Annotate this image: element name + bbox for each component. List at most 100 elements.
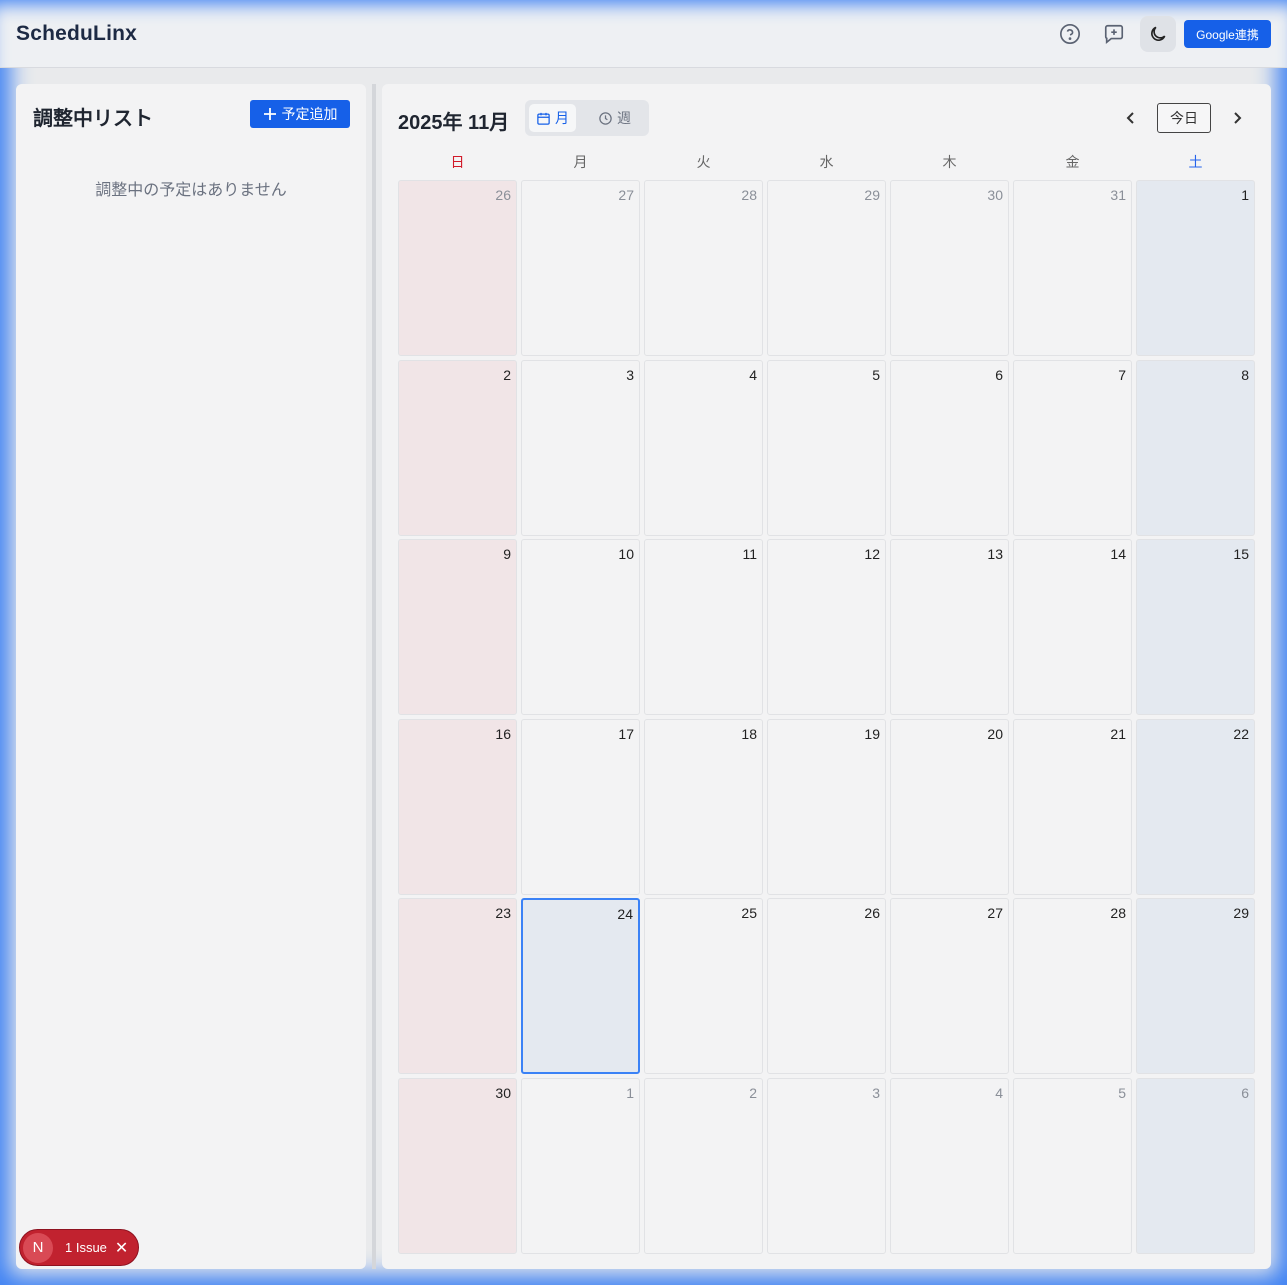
calendar-day[interactable]: 15 bbox=[1136, 539, 1255, 715]
chevron-left-icon bbox=[1126, 112, 1134, 124]
calendar-day-outside-month[interactable]: 5 bbox=[1013, 1078, 1132, 1254]
feedback-icon[interactable] bbox=[1096, 16, 1132, 52]
help-icon[interactable] bbox=[1052, 16, 1088, 52]
day-number: 8 bbox=[1241, 367, 1249, 383]
calendar-day[interactable]: 4 bbox=[644, 360, 763, 536]
calendar-day-outside-month[interactable]: 4 bbox=[890, 1078, 1009, 1254]
calendar-day[interactable]: 18 bbox=[644, 719, 763, 895]
issue-avatar: N bbox=[23, 1232, 53, 1263]
view-toggle: 月 週 bbox=[525, 100, 649, 136]
calendar-day-outside-month[interactable]: 3 bbox=[767, 1078, 886, 1254]
calendar-day-outside-month[interactable]: 6 bbox=[1136, 1078, 1255, 1254]
plus-icon bbox=[263, 108, 276, 120]
day-number: 2 bbox=[503, 367, 511, 383]
calendar-day[interactable]: 8 bbox=[1136, 360, 1255, 536]
calendar-day[interactable]: 19 bbox=[767, 719, 886, 895]
calendar-day-outside-month[interactable]: 29 bbox=[767, 180, 886, 356]
clock-icon bbox=[599, 111, 612, 125]
day-number: 24 bbox=[617, 906, 633, 922]
pending-title: 調整中リスト bbox=[33, 108, 153, 130]
calendar-day-outside-month[interactable]: 26 bbox=[398, 180, 517, 356]
day-number: 31 bbox=[1110, 187, 1126, 203]
weekday-tue: 火 bbox=[696, 154, 711, 170]
calendar-day[interactable]: 29 bbox=[1136, 898, 1255, 1074]
calendar-day-outside-month[interactable]: 27 bbox=[521, 180, 640, 356]
day-number: 22 bbox=[1233, 726, 1249, 742]
calendar-panel: 2025年 11月 月 週 今日 日 月 火 水 木 金 土 26 27 28 … bbox=[382, 84, 1271, 1269]
day-number: 2 bbox=[749, 1085, 757, 1101]
day-number: 27 bbox=[987, 905, 1003, 921]
calendar-day[interactable]: 14 bbox=[1013, 539, 1132, 715]
day-number: 5 bbox=[872, 367, 880, 383]
day-number: 17 bbox=[618, 726, 634, 742]
day-number: 30 bbox=[495, 1085, 511, 1101]
calendar-day[interactable]: 1 bbox=[1136, 180, 1255, 356]
calendar-day[interactable]: 20 bbox=[890, 719, 1009, 895]
google-connect-button[interactable]: Google連携 bbox=[1184, 20, 1271, 48]
tab-week[interactable]: 週 bbox=[591, 104, 638, 132]
calendar-day[interactable]: 30 bbox=[398, 1078, 517, 1254]
calendar-day[interactable]: 6 bbox=[890, 360, 1009, 536]
day-number: 7 bbox=[1118, 367, 1126, 383]
prev-month-button[interactable] bbox=[1117, 104, 1145, 132]
weekday-thu: 木 bbox=[942, 154, 957, 170]
calendar-day[interactable]: 7 bbox=[1013, 360, 1132, 536]
calendar-day[interactable]: 2 bbox=[398, 360, 517, 536]
calendar-day[interactable]: 3 bbox=[521, 360, 640, 536]
calendar-day-outside-month[interactable]: 30 bbox=[890, 180, 1009, 356]
app-logo[interactable]: ScheduLinx bbox=[16, 22, 137, 46]
day-number: 4 bbox=[995, 1085, 1003, 1101]
today-button[interactable]: 今日 bbox=[1157, 103, 1211, 133]
calendar-day[interactable]: 16 bbox=[398, 719, 517, 895]
add-event-button[interactable]: 予定追加 bbox=[250, 100, 350, 128]
weekday-sun: 日 bbox=[450, 154, 465, 170]
close-icon[interactable]: ✕ bbox=[115, 1238, 128, 1258]
tab-week-label: 週 bbox=[617, 110, 631, 126]
calendar-day[interactable]: 22 bbox=[1136, 719, 1255, 895]
day-number: 26 bbox=[495, 187, 511, 203]
calendar-title: 2025年 11月 bbox=[398, 112, 510, 134]
day-number: 13 bbox=[987, 546, 1003, 562]
day-number: 14 bbox=[1110, 546, 1126, 562]
issue-label: 1 Issue bbox=[65, 1240, 107, 1255]
weekday-fri: 金 bbox=[1065, 154, 1080, 170]
calendar-day[interactable]: 11 bbox=[644, 539, 763, 715]
weekday-sat: 土 bbox=[1188, 154, 1203, 170]
day-number: 9 bbox=[503, 546, 511, 562]
calendar-day[interactable]: 13 bbox=[890, 539, 1009, 715]
calendar-day[interactable]: 23 bbox=[398, 898, 517, 1074]
calendar-day[interactable]: 27 bbox=[890, 898, 1009, 1074]
calendar-day[interactable]: 12 bbox=[767, 539, 886, 715]
day-number: 1 bbox=[1241, 187, 1249, 203]
dark-mode-icon[interactable] bbox=[1140, 16, 1176, 52]
calendar-day-today[interactable]: 24 bbox=[521, 898, 640, 1074]
calendar-day[interactable]: 9 bbox=[398, 539, 517, 715]
calendar-day[interactable]: 17 bbox=[521, 719, 640, 895]
calendar-day[interactable]: 28 bbox=[1013, 898, 1132, 1074]
calendar-day[interactable]: 25 bbox=[644, 898, 763, 1074]
day-number: 26 bbox=[864, 905, 880, 921]
calendar-day-outside-month[interactable]: 31 bbox=[1013, 180, 1132, 356]
chevron-right-icon bbox=[1234, 112, 1242, 124]
day-number: 23 bbox=[495, 905, 511, 921]
panel-resize-handle[interactable] bbox=[372, 84, 376, 1269]
day-number: 15 bbox=[1233, 546, 1249, 562]
calendar-day[interactable]: 21 bbox=[1013, 719, 1132, 895]
issue-badge[interactable]: N 1 Issue ✕ bbox=[19, 1229, 139, 1266]
calendar-day[interactable]: 26 bbox=[767, 898, 886, 1074]
calendar-icon bbox=[537, 112, 550, 125]
tab-month[interactable]: 月 bbox=[529, 104, 576, 132]
calendar-day-outside-month[interactable]: 1 bbox=[521, 1078, 640, 1254]
calendar-day-outside-month[interactable]: 28 bbox=[644, 180, 763, 356]
day-number: 28 bbox=[1110, 905, 1126, 921]
day-number: 10 bbox=[618, 546, 634, 562]
calendar-day-outside-month[interactable]: 2 bbox=[644, 1078, 763, 1254]
top-bar: ScheduLinx Google連携 bbox=[0, 0, 1287, 68]
calendar-day[interactable]: 5 bbox=[767, 360, 886, 536]
weekday-mon: 月 bbox=[573, 154, 588, 170]
add-event-label: 予定追加 bbox=[281, 106, 338, 122]
day-number: 29 bbox=[1233, 905, 1249, 921]
day-number: 11 bbox=[742, 546, 757, 562]
calendar-day[interactable]: 10 bbox=[521, 539, 640, 715]
next-month-button[interactable] bbox=[1223, 104, 1251, 132]
